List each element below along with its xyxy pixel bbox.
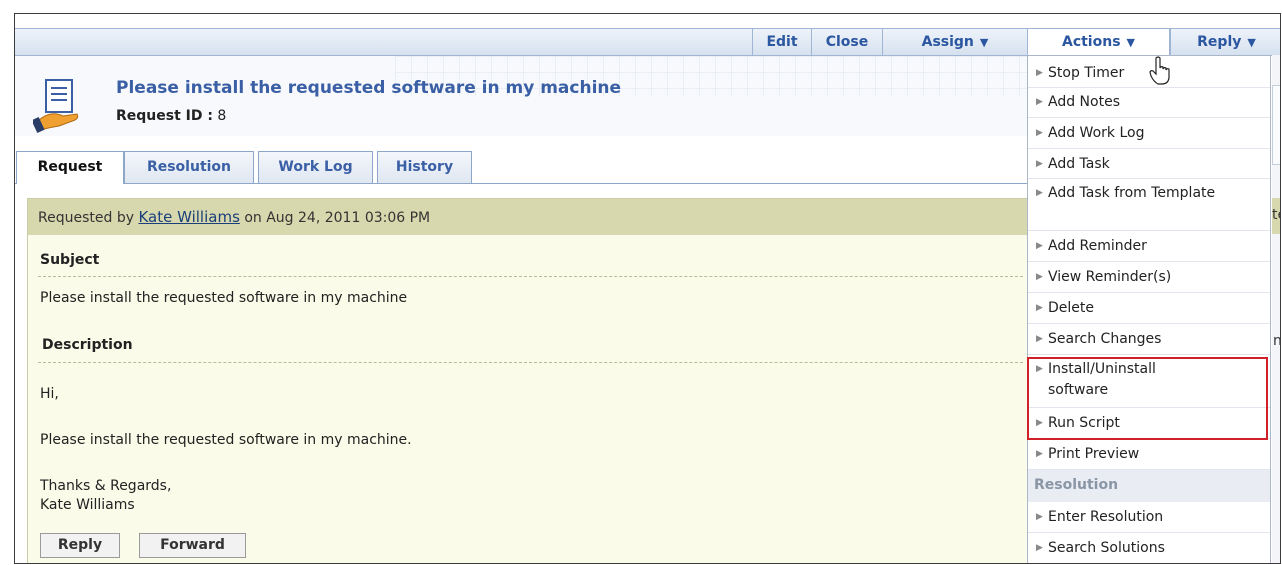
menu-item-print-preview[interactable]: ▶ Print Preview: [1028, 439, 1270, 470]
request-document-icon: [33, 79, 79, 134]
assign-button[interactable]: Assign ▼: [882, 29, 1027, 55]
hand-cursor-icon: [1149, 56, 1170, 85]
partial-text: n: [1273, 333, 1281, 349]
menu-item-delete[interactable]: ▶ Delete: [1028, 293, 1270, 324]
bullet-triangle-icon: ▶: [1036, 418, 1043, 428]
side-box: [1272, 85, 1280, 165]
menu-item-enter-resolution[interactable]: ▶ Enter Resolution: [1028, 502, 1270, 533]
bullet-triangle-icon: ▶: [1036, 128, 1043, 138]
menu-section-resolution: Resolution: [1028, 470, 1270, 502]
bullet-triangle-icon: ▶: [1036, 159, 1043, 169]
close-button[interactable]: Close: [811, 29, 882, 55]
action-toolbar: Edit Close Assign ▼ Actions ▼ Reply ▼: [15, 28, 1280, 56]
requested-on-date: on Aug 24, 2011 03:06 PM: [244, 210, 431, 226]
description-line: Hi,: [40, 386, 59, 402]
menu-item-add-notes[interactable]: ▶ Add Notes: [1028, 88, 1270, 118]
bullet-triangle-icon: ▶: [1036, 364, 1043, 374]
actions-button[interactable]: Actions ▼: [1027, 29, 1170, 56]
menu-item-search-solutions[interactable]: ▶ Search Solutions: [1028, 533, 1270, 563]
description-line: Thanks & Regards,: [40, 478, 172, 494]
edit-button[interactable]: Edit: [752, 29, 811, 55]
app-frame: Edit Close Assign ▼ Actions ▼ Reply ▼ Pleas…: [14, 13, 1281, 564]
bullet-triangle-icon: ▶: [1036, 188, 1043, 198]
bullet-triangle-icon: ▶: [1036, 334, 1043, 344]
reply-button[interactable]: Reply ▼: [1170, 29, 1280, 55]
menu-item-install-uninstall-software[interactable]: ▶ Install/Uninstall software: [1028, 355, 1270, 408]
subject-text: Please install the requested software in…: [40, 290, 408, 306]
description-label: Description: [42, 337, 133, 353]
bullet-triangle-icon: ▶: [1036, 449, 1043, 459]
right-side-panel: [1272, 55, 1280, 563]
actions-dropdown-menu: ▶ Stop Timer ▶ Add Notes ▶ Add Work Log ▶ Ad…: [1027, 55, 1271, 563]
bullet-triangle-icon: ▶: [1036, 97, 1043, 107]
requested-by-label: Requested by: [38, 210, 134, 226]
reply-mail-button[interactable]: Reply: [40, 533, 120, 558]
requested-by-bar: Requested by Kate Williams on Aug 24, 20…: [28, 199, 1031, 235]
request-tabs: Request Resolution Work Log History: [15, 151, 1030, 184]
bullet-triangle-icon: ▶: [1036, 512, 1043, 522]
bullet-triangle-icon: ▶: [1036, 241, 1043, 251]
subject-label: Subject: [40, 252, 100, 268]
menu-item-add-reminder[interactable]: ▶ Add Reminder: [1028, 231, 1270, 262]
reply-dropdown-icon: ▼: [1247, 36, 1256, 49]
bullet-triangle-icon: ▶: [1036, 272, 1043, 282]
tab-request[interactable]: Request: [16, 151, 124, 184]
actions-dropdown-icon: ▼: [1126, 36, 1135, 49]
bullet-triangle-icon: ▶: [1036, 543, 1043, 553]
requester-link[interactable]: Kate Williams: [138, 208, 239, 226]
request-id: Request ID : 8: [116, 108, 227, 124]
divider: [38, 362, 1023, 363]
bullet-triangle-icon: ▶: [1036, 68, 1043, 78]
tab-history[interactable]: History: [377, 151, 472, 183]
menu-item-run-script[interactable]: ▶ Run Script: [1028, 408, 1270, 439]
menu-item-search-changes[interactable]: ▶ Search Changes: [1028, 324, 1270, 355]
tab-resolution[interactable]: Resolution: [124, 151, 254, 183]
menu-item-add-task-from-template[interactable]: ▶ Add Task from Template: [1028, 179, 1270, 231]
bullet-triangle-icon: ▶: [1036, 303, 1043, 313]
menu-item-add-work-log[interactable]: ▶ Add Work Log: [1028, 118, 1270, 149]
menu-item-add-task[interactable]: ▶ Add Task: [1028, 149, 1270, 179]
partial-text: te: [1272, 207, 1280, 223]
menu-item-view-reminders[interactable]: ▶ View Reminder(s): [1028, 262, 1270, 293]
description-line: Kate Williams: [40, 497, 135, 513]
request-title: Please install the requested software in…: [116, 78, 622, 98]
request-details-panel: Requested by Kate Williams on Aug 24, 20…: [27, 198, 1031, 563]
divider: [38, 276, 1023, 277]
forward-mail-button[interactable]: Forward: [139, 533, 246, 558]
description-line: Please install the requested software in…: [40, 432, 412, 448]
assign-dropdown-icon: ▼: [979, 36, 989, 49]
tab-work-log[interactable]: Work Log: [258, 151, 373, 183]
